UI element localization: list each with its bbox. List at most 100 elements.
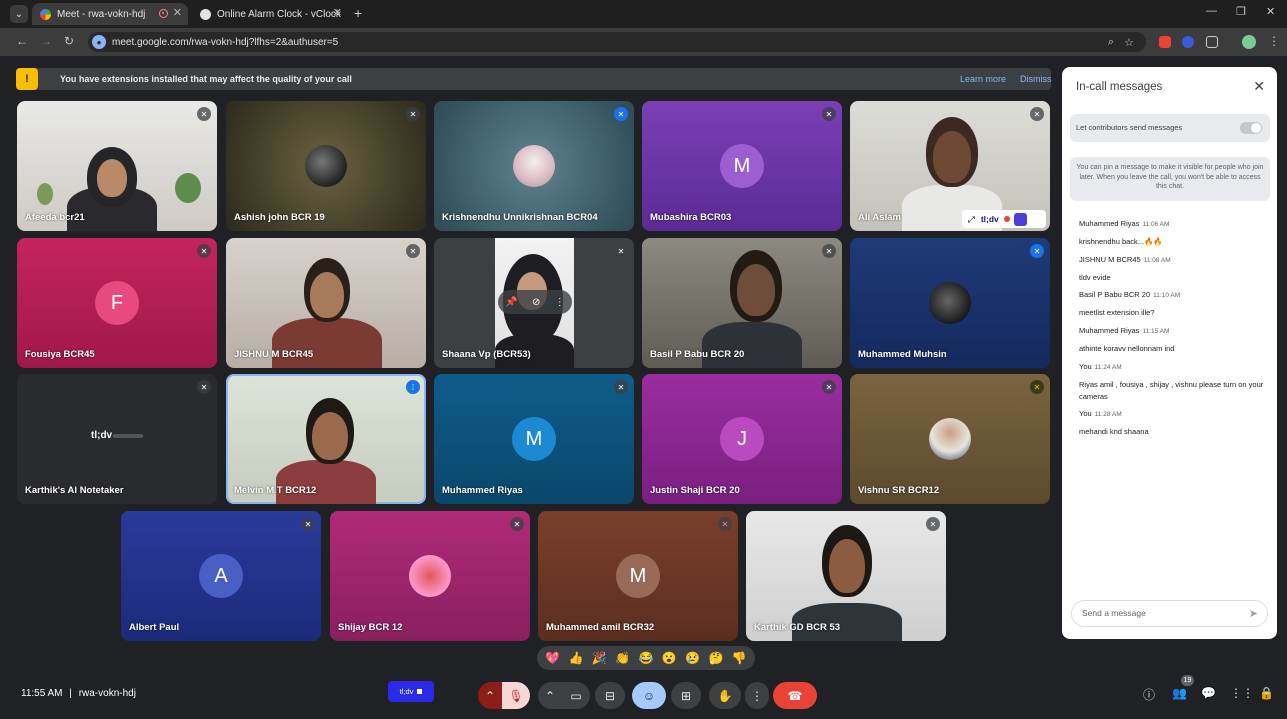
camera-button[interactable]: ▭ xyxy=(562,682,590,709)
recording-indicator-icon xyxy=(159,9,168,18)
participant-name: Albert Paul xyxy=(129,622,180,633)
separator: | xyxy=(69,688,72,699)
participant-tile[interactable]: ✕ Karthik GD BCR 53 xyxy=(746,511,946,641)
reaction-thinking[interactable]: 🤔 xyxy=(708,651,723,665)
site-info-icon[interactable]: ● xyxy=(92,35,106,49)
muted-mic-icon: ✕ xyxy=(510,517,524,531)
close-tab-icon[interactable]: ✕ xyxy=(333,6,342,19)
tldv-recording-badge[interactable]: ⤢ tl;dv xyxy=(962,210,1046,228)
message-input[interactable] xyxy=(1082,608,1242,618)
meeting-details-icon[interactable]: ⓘ xyxy=(1143,686,1155,703)
raise-hand-button[interactable]: ✋ xyxy=(709,682,741,709)
participant-tile[interactable]: M ✕ Muhammed Riyas xyxy=(434,374,634,504)
tab-search-button[interactable]: ⌄ xyxy=(10,5,28,23)
send-icon[interactable]: ➤ xyxy=(1249,607,1258,620)
participant-tile[interactable]: tl;dv ✕ Karthik's AI Notetaker xyxy=(17,374,217,504)
permission-label: Let contributors send messages xyxy=(1076,123,1183,132)
let-contributors-send-messages-row[interactable]: Let contributors send messages xyxy=(1070,114,1270,142)
participant-tile[interactable]: M ✕ Mubashira BCR03 xyxy=(642,101,842,231)
activities-icon[interactable]: ⋮⋮ xyxy=(1230,686,1254,700)
tab-meet[interactable]: Meet - rwa-vokn-hdj ✕ xyxy=(32,3,188,25)
reaction-heart[interactable]: 💖 xyxy=(545,651,560,665)
message-text: krishnendhu back...🔥🔥 xyxy=(1079,237,1163,246)
extension-blue-icon[interactable] xyxy=(1182,36,1194,48)
close-panel-icon[interactable]: ✕ xyxy=(1253,78,1265,95)
tldv-badge-label: tl;dv xyxy=(980,214,999,224)
close-window-icon[interactable]: ✕ xyxy=(1266,5,1275,18)
restore-icon[interactable]: ❐ xyxy=(1236,5,1246,18)
participant-tile[interactable]: ✕ Shijay BCR 12 xyxy=(330,511,530,641)
message-time: 11:28 AM xyxy=(1094,411,1122,418)
send-message-box[interactable]: ➤ xyxy=(1071,600,1268,627)
new-tab-icon[interactable]: + xyxy=(354,5,362,21)
tab-vclock[interactable]: Online Alarm Clock - vClock ✕ xyxy=(192,3,348,25)
pin-icon[interactable]: 📌 xyxy=(505,297,517,308)
zoom-icon[interactable]: ⌕ xyxy=(1108,36,1114,49)
address-bar[interactable]: ● meet.google.com/rwa-vokn-hdj?lfhs=2&au… xyxy=(88,32,1146,52)
participant-tile[interactable]: ✕ Muhammed Muhsin xyxy=(850,238,1050,368)
host-controls-icon[interactable]: 🔒 xyxy=(1259,686,1274,700)
chat-icon[interactable]: 💬 xyxy=(1201,686,1216,700)
dismiss-link[interactable]: Dismiss xyxy=(1020,74,1052,84)
participant-tile[interactable]: ✕ Afeeda bcr21 xyxy=(17,101,217,231)
extensions-puzzle-icon[interactable] xyxy=(1206,36,1218,48)
message-text: mehandi knd shaana xyxy=(1079,427,1149,436)
forward-icon[interactable]: → xyxy=(40,34,52,48)
present-screen-button[interactable]: ⊞ xyxy=(671,682,701,709)
reaction-party[interactable]: 🎉 xyxy=(592,651,607,665)
microphone-off-button[interactable]: 🎙 xyxy=(502,682,530,709)
participant-tile[interactable]: A ✕ Albert Paul xyxy=(121,511,321,641)
learn-more-link[interactable]: Learn more xyxy=(960,74,1006,84)
message-sender: JISHNU M BCR45 xyxy=(1079,255,1141,264)
browser-menu-icon[interactable]: ⋮ xyxy=(1268,34,1280,48)
participant-tile[interactable]: ✕ Krishnendhu Unnikrishnan BCR04 xyxy=(434,101,634,231)
participant-name: Muhammed Riyas xyxy=(442,485,523,496)
captions-button[interactable]: ⊟ xyxy=(595,682,625,709)
more-options-icon[interactable]: ⋮ xyxy=(555,297,565,308)
reaction-laugh[interactable]: 😂 xyxy=(639,651,654,665)
tldv-pill-label: tl;dv xyxy=(399,687,414,696)
participant-name: Ali Aslam xyxy=(858,212,901,223)
participant-tile[interactable]: ✕ Ali Aslam ⤢ tl;dv xyxy=(850,101,1050,231)
bookmark-star-icon[interactable]: ☆ xyxy=(1124,36,1134,49)
participant-avatar xyxy=(929,282,971,324)
extension-red-icon[interactable] xyxy=(1159,36,1171,48)
participant-tile[interactable]: 📌 ⊘ ⋮ ✕ Shaana Vp (BCR53) xyxy=(434,238,634,368)
chat-message: Basil P Babu BCR 20 11:10 AM meetlist ext… xyxy=(1079,284,1269,319)
reaction-thumbs-down[interactable]: 👎 xyxy=(732,651,747,665)
participant-avatar: M xyxy=(512,417,556,461)
minimize-icon[interactable]: — xyxy=(1206,5,1217,17)
leave-call-button[interactable]: ☎ xyxy=(773,682,817,709)
participant-tile[interactable]: M ✕ Muhammed amil BCR32 xyxy=(538,511,738,641)
participant-tile[interactable]: ✕ Basil P Babu BCR 20 xyxy=(642,238,842,368)
participant-avatar xyxy=(513,145,555,187)
reload-icon[interactable]: ↻ xyxy=(64,34,74,48)
muted-mic-icon: ✕ xyxy=(614,107,628,121)
participant-tile[interactable]: ✕ Vishnu SR BCR12 xyxy=(850,374,1050,504)
video-options-chevron-icon[interactable]: ⌃ xyxy=(538,682,562,709)
reaction-thumbs-up[interactable]: 👍 xyxy=(569,651,584,665)
meeting-code: rwa-vokn-hdj xyxy=(78,688,136,699)
back-icon[interactable]: ← xyxy=(16,34,28,48)
reaction-sad[interactable]: 😢 xyxy=(685,651,700,665)
participant-tile[interactable]: F ✕ Fousiya BCR45 xyxy=(17,238,217,368)
tldv-recorder-button[interactable]: tl;dv xyxy=(388,681,434,702)
participant-tile[interactable]: ✕ Ashish john BCR 19 xyxy=(226,101,426,231)
reaction-clap[interactable]: 👏 xyxy=(615,651,630,665)
reaction-surprised[interactable]: 😮 xyxy=(662,651,677,665)
mute-icon[interactable]: ⊘ xyxy=(532,297,540,308)
people-icon[interactable]: 👥 xyxy=(1172,686,1187,700)
tldv-mic-icon[interactable] xyxy=(1013,212,1027,226)
participant-tile[interactable]: ✕ JISHNU M BCR45 xyxy=(226,238,426,368)
more-options-button[interactable]: ⋮ xyxy=(745,682,769,709)
audio-options-chevron-icon[interactable]: ⌃ xyxy=(478,682,502,709)
participant-tile[interactable]: J ✕ Justin Shaji BCR 20 xyxy=(642,374,842,504)
participant-tile-active-speaker[interactable]: ⁞ Melvin M T BCR12 xyxy=(226,374,426,504)
participant-avatar xyxy=(409,555,451,597)
reactions-button[interactable]: ☺ xyxy=(632,682,666,709)
profile-avatar[interactable] xyxy=(1242,35,1256,49)
expand-icon[interactable]: ⤢ xyxy=(968,214,975,225)
permission-toggle[interactable] xyxy=(1240,122,1262,134)
close-tab-icon[interactable]: ✕ xyxy=(173,6,182,19)
participant-avatar: M xyxy=(616,554,660,598)
